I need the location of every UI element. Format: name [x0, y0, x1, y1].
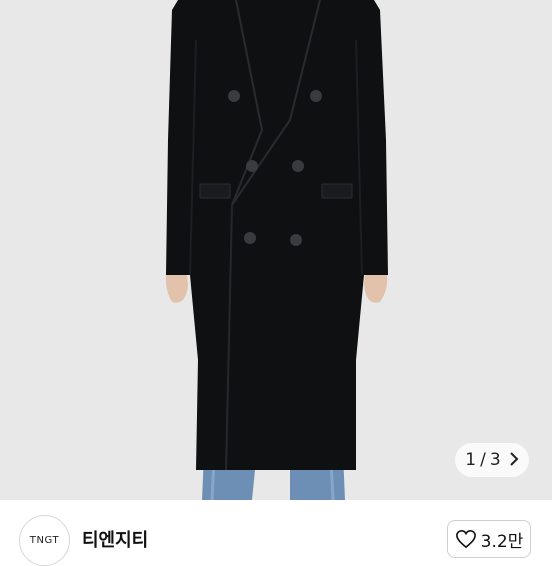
counter-separator: /	[480, 450, 486, 470]
like-count: 3.2만	[480, 531, 524, 552]
total-image-count: 3	[489, 450, 501, 470]
shop-name[interactable]: 티엔지티	[82, 526, 148, 552]
current-image-index: 1	[465, 450, 477, 470]
image-counter[interactable]: 1 / 3	[455, 443, 529, 477]
like-button[interactable]: 3.2만	[447, 520, 531, 558]
chevron-right-icon[interactable]	[509, 451, 519, 470]
shop-avatar-text: TNGT	[29, 535, 60, 546]
product-photo[interactable]	[0, 0, 552, 500]
heart-outline-icon	[455, 529, 476, 549]
shop-avatar[interactable]: TNGT	[19, 515, 70, 566]
